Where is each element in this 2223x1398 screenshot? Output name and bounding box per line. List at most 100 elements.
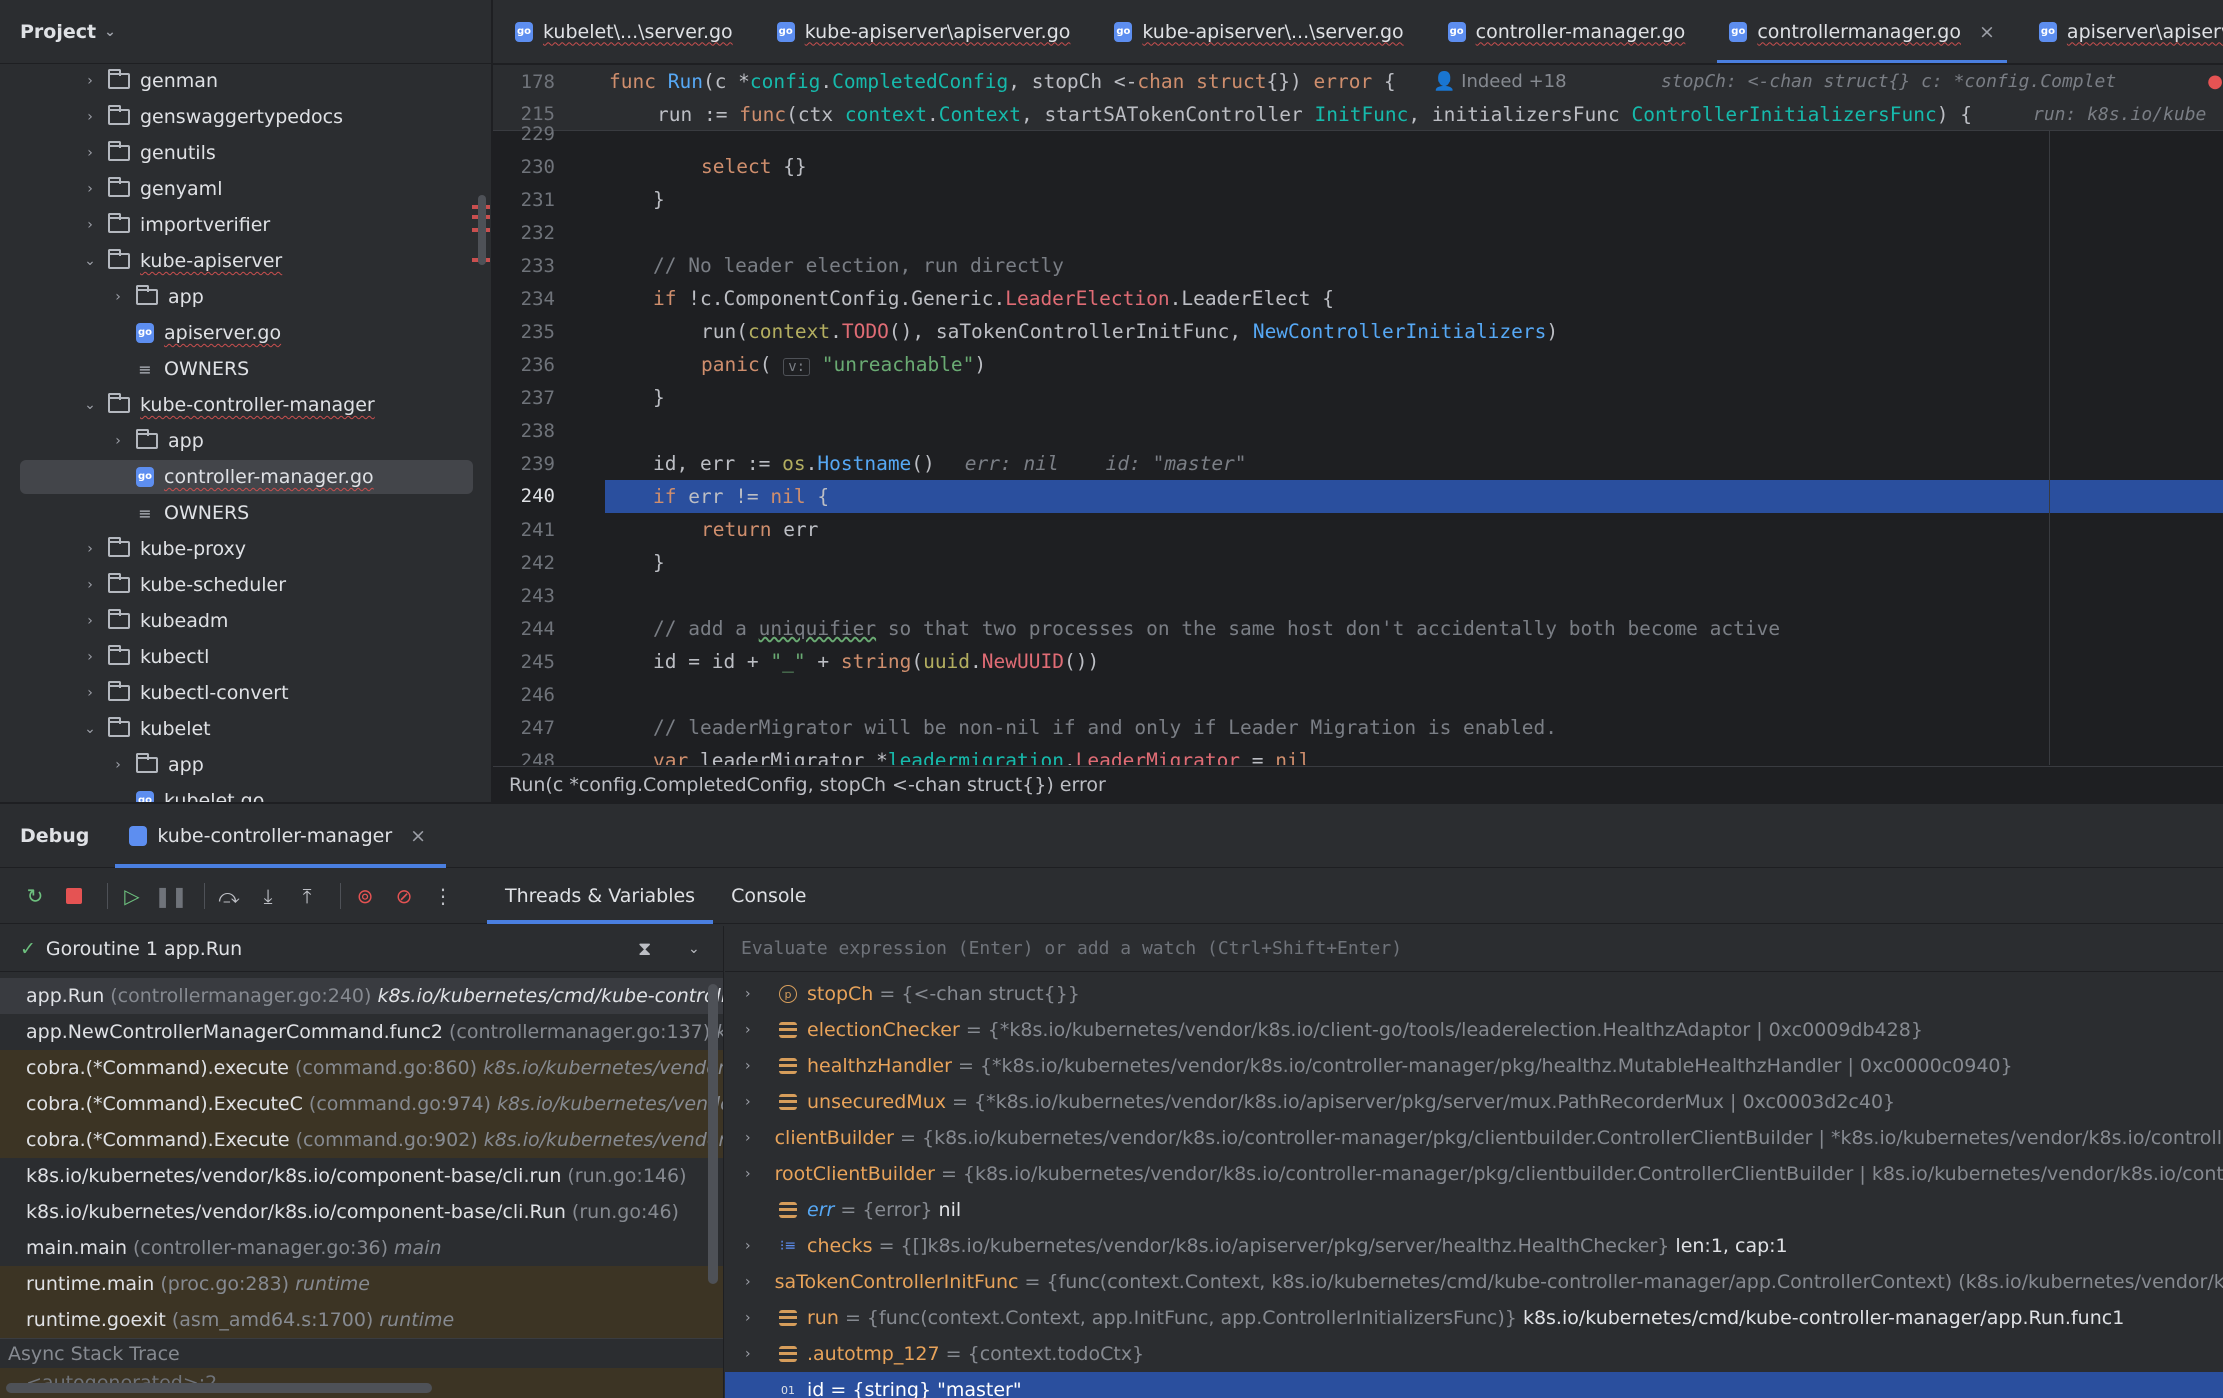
more-icon[interactable]: ⋮ [428,881,458,911]
stack-frame[interactable]: main.main (controller-manager.go:36) main [0,1230,723,1266]
variable-row[interactable]: › ⁝≡ checks = {[]k8s.io/kubernetes/vendor/… [725,1228,2223,1264]
stack-frame[interactable]: runtime.goexit (asm_amd64.s:1700) runtime [0,1302,723,1338]
chevron-right-icon[interactable]: › [80,181,100,197]
chevron-right-icon[interactable]: › [80,217,100,233]
tree-item[interactable]: ≡ OWNERS [0,352,491,386]
tree-item[interactable]: › app [0,424,491,458]
stack-frame[interactable]: runtime.main (proc.go:283) runtime [0,1266,723,1302]
line-number[interactable]: 246 [493,684,565,706]
line-number[interactable]: 234 [493,288,565,310]
variable-row[interactable]: › saTokenControllerInitFunc = {func(conte… [725,1264,2223,1300]
editor-tab[interactable]: go controller-manager.go [1426,0,1708,63]
tree-item[interactable]: ⌄ kubelet [0,712,491,746]
line-number[interactable]: 242 [493,552,565,574]
line-number[interactable]: 235 [493,321,565,343]
code-line[interactable]: 237} [493,381,2223,414]
chevron-right-icon[interactable]: › [108,433,128,449]
line-number[interactable]: 241 [493,519,565,541]
variable-row[interactable]: › p stopCh = {<-chan struct{}} [725,976,2223,1012]
chevron-right-icon[interactable]: › [745,1094,765,1110]
line-number[interactable]: 243 [493,585,565,607]
variable-row[interactable]: › .autotmp_127 = {context.todoCtx} [725,1336,2223,1372]
tree-item[interactable]: › kubectl-convert [0,676,491,710]
editor-tab[interactable]: go kubelet\...\server.go [493,0,755,63]
code-line[interactable]: 234 if !c.ComponentConfig.Generic.LeaderE… [493,282,2223,315]
chevron-right-icon[interactable]: › [745,1130,751,1146]
debug-session-tab[interactable]: kube-controller-manager × [109,804,446,868]
tree-item[interactable]: go controller-manager.go [20,460,473,494]
chevron-right-icon[interactable]: › [745,1022,765,1038]
code-editor[interactable]: 178 func Run(c *config.CompletedConfig, … [493,65,2223,765]
variable-row[interactable]: › rootClientBuilder = {k8s.io/kubernetes/… [725,1156,2223,1192]
tab-console[interactable]: Console [713,868,824,924]
code-line[interactable]: 233 // No leader election, run directly [493,249,2223,282]
step-out-icon[interactable]: ⤒ [292,881,322,911]
tree-item[interactable]: › genman [0,64,491,98]
tree-item[interactable]: › importverifier [0,208,491,242]
chevron-right-icon[interactable]: › [745,1166,751,1182]
goroutine-selector[interactable]: ✓ Goroutine 1 app.Run ⧗ ⌄ [0,926,723,972]
tree-item[interactable]: › app [0,748,491,782]
code-line[interactable]: 242} [493,546,2223,579]
stack-frame[interactable]: k8s.io/kubernetes/vendor/k8s.io/componen… [0,1158,723,1194]
tree-item[interactable]: › kube-scheduler [0,568,491,602]
code-line[interactable]: 245 id = id + "_" + string(uuid.NewUUID()… [493,645,2223,678]
error-icon[interactable]: ● [2207,71,2223,92]
variable-row[interactable]: › run = {func(context.Context, app.InitFu… [725,1300,2223,1336]
step-into-icon[interactable]: ⤓ [253,881,283,911]
variable-row[interactable]: 01 id = {string} "master" [725,1372,2223,1398]
chevron-right-icon[interactable]: › [80,541,100,557]
variable-row[interactable]: › clientBuilder = {k8s.io/kubernetes/vend… [725,1120,2223,1156]
tree-item[interactable]: › kubectl [0,640,491,674]
pause-icon[interactable]: ❚❚ [154,881,188,911]
chevron-right-icon[interactable]: › [80,109,100,125]
tree-item[interactable]: › genyaml [0,172,491,206]
variable-row[interactable]: err = {error} nil [725,1192,2223,1228]
variable-row[interactable]: › healthzHandler = {*k8s.io/kubernetes/ve… [725,1048,2223,1084]
code-line[interactable]: 248 var leaderMigrator *leadermigration.L… [493,744,2223,765]
line-number[interactable]: 247 [493,717,565,739]
author-hint[interactable]: 👤 Indeed +18 [1433,71,1567,92]
line-number[interactable]: 248 [493,750,565,766]
line-number[interactable]: 240 [493,480,605,513]
stack-frame[interactable]: cobra.(*Command).Execute (command.go:902)… [0,1122,723,1158]
variable-row[interactable]: › electionChecker = {*k8s.io/kubernetes/v… [725,1012,2223,1048]
tree-item[interactable]: ⌄ kube-apiserver [0,244,491,278]
mute-breakpoints-icon[interactable]: ⊘ [389,881,419,911]
resume-icon[interactable]: ▷ [117,881,147,911]
tree-item[interactable]: › app [0,280,491,314]
stack-frame[interactable]: cobra.(*Command).ExecuteC (command.go:974… [0,1086,723,1122]
editor-tab[interactable]: go controllermanager.go × [1707,0,2017,63]
code-line[interactable]: 240 if err != nil { [493,480,2223,513]
chevron-down-icon[interactable]: ⌄ [80,253,100,269]
line-number[interactable]: 236 [493,354,565,376]
tree-item[interactable]: › genutils [0,136,491,170]
rerun-icon[interactable]: ↻ [20,881,50,911]
stop-icon[interactable] [59,881,89,911]
chevron-down-icon[interactable]: ⌄ [104,24,116,40]
stack-frame[interactable]: app.NewControllerManagerCommand.func2 (co… [0,1014,723,1050]
editor-tab[interactable]: go kube-apiserver\apiserver.go [755,0,1093,63]
code-line[interactable]: 247 // leaderMigrator will be non-nil if … [493,711,2223,744]
code-line[interactable]: 229 [493,117,2223,150]
chevron-down-icon[interactable]: ⌄ [688,941,700,957]
stack-frame[interactable]: app.Run (controllermanager.go:240) k8s.io/… [0,978,723,1014]
stack-frame[interactable]: cobra.(*Command).execute (command.go:860)… [0,1050,723,1086]
line-number[interactable]: 245 [493,651,565,673]
code-line[interactable]: 235 run(context.TODO(), saTokenController… [493,315,2223,348]
chevron-right-icon[interactable]: › [80,685,100,701]
line-number[interactable]: 233 [493,255,565,277]
sticky-line-run[interactable]: 178 func Run(c *config.CompletedConfig, … [493,65,2223,98]
chevron-right-icon[interactable]: › [108,757,128,773]
line-number[interactable]: 238 [493,420,565,442]
chevron-right-icon[interactable]: › [108,289,128,305]
code-line[interactable]: 236 panic( v: "unreachable") [493,348,2223,381]
chevron-right-icon[interactable]: › [745,1274,751,1290]
tree-item[interactable]: ⌄ kube-controller-manager [0,388,491,422]
line-number[interactable]: 231 [493,189,565,211]
chevron-right-icon[interactable]: › [745,1238,765,1254]
stack-frame[interactable]: k8s.io/kubernetes/vendor/k8s.io/componen… [0,1194,723,1230]
line-number[interactable]: 229 [493,123,565,145]
code-line[interactable]: 244 // add a uniquifier so that two proce… [493,612,2223,645]
chevron-right-icon[interactable]: › [745,1346,765,1362]
